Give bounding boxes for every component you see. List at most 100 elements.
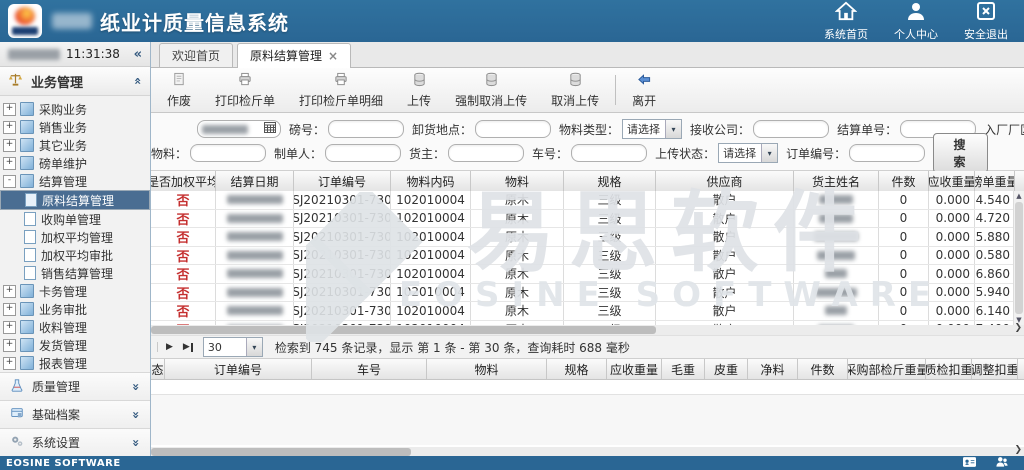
expand-icon[interactable]: + [3, 103, 16, 116]
sidebar-item[interactable]: 收购单管理 [0, 210, 150, 228]
sidebar-item[interactable]: +卡务管理 [0, 282, 150, 300]
sidebar-item[interactable]: +报表管理 [0, 354, 150, 372]
filter-label: 接收公司： [690, 121, 750, 138]
toolbar-button[interactable]: 离开 [620, 70, 668, 111]
sidebar-section-business[interactable]: 业务管理 « [0, 67, 150, 96]
toolbar-button[interactable]: 上传 [395, 70, 443, 111]
filter-input[interactable] [849, 144, 925, 162]
toolbar-button-label: 上传 [407, 92, 431, 109]
expand-icon[interactable]: + [3, 121, 16, 134]
expand-icon[interactable]: + [3, 157, 16, 170]
sidebar-item[interactable]: 加权平均管理 [0, 228, 150, 246]
app-window: 纸业计质量信息系统 系统首页 个人中心 安全退出 11:31:38 « 业务管理 [0, 0, 1024, 470]
sidebar-item-settings[interactable]: 系统设置 » [0, 428, 150, 456]
table-row[interactable]: 否SJ20210301-730102010004原木三级散户00.00066.1… [151, 302, 1014, 321]
tab-raw-material-settlement[interactable]: 原料结算管理× [237, 43, 351, 68]
filter-select[interactable]: 请选择▾ [622, 119, 682, 139]
toolbar-button[interactable]: 打印检斤单明细 [287, 70, 395, 111]
toolbar-button[interactable]: 打印检斤单 [203, 70, 287, 111]
column-header: 订单编号 [294, 171, 391, 191]
table-cell: 0.000 [929, 302, 975, 320]
table-row[interactable]: 否SJ20210301-730102010004原木三级散户00.00044.5… [151, 191, 1014, 210]
filter-label: 上传状态： [655, 145, 715, 162]
sidebar-item[interactable]: +其它业务 [0, 136, 150, 154]
search-button[interactable]: 搜 索 [933, 133, 988, 173]
expand-icon[interactable]: + [3, 357, 16, 370]
vertical-scrollbar[interactable]: ▲ ▼ [1013, 191, 1024, 325]
filter-select[interactable]: 请选择▾ [718, 143, 778, 163]
table-cell: 三级 [564, 191, 656, 209]
detail-table-hscrollbar[interactable]: ❯ [151, 447, 1024, 456]
close-icon[interactable]: × [328, 49, 338, 63]
sidebar-item[interactable]: -结算管理 [0, 172, 150, 190]
column-header: 货主姓名 [794, 171, 879, 191]
filter-input[interactable] [571, 144, 647, 162]
calendar-icon[interactable] [264, 122, 276, 136]
filter-input[interactable] [190, 144, 266, 162]
table-row[interactable]: 否SJ20210301-730102010004原木三级散户00.00065.8… [151, 228, 1014, 247]
sidebar-item[interactable]: +发货管理 [0, 336, 150, 354]
sidebar-collapse-button[interactable]: « [130, 47, 146, 62]
scroll-right-icon[interactable]: ❯ [1014, 323, 1022, 333]
sidebar-item[interactable]: +业务审批 [0, 300, 150, 318]
masked-company-name [52, 13, 92, 29]
filter-input[interactable] [753, 120, 829, 138]
sidebar-item-label: 收料管理 [39, 319, 87, 336]
column-header: 水分补点 [1018, 359, 1024, 379]
detail-table-empty-row [151, 380, 1024, 395]
table-row[interactable]: 否SJ20210301-730102010004原木三级散户00.00026.8… [151, 265, 1014, 284]
table-cell: 否 [151, 302, 216, 320]
filter-input[interactable] [448, 144, 524, 162]
expand-icon[interactable]: + [3, 139, 16, 152]
filter-input[interactable] [325, 144, 401, 162]
scroll-up-icon[interactable]: ▲ [1016, 191, 1021, 201]
last-page-button[interactable]: ▶ [183, 342, 193, 352]
scrollbar-thumb[interactable] [1015, 202, 1023, 314]
filter-input[interactable] [328, 120, 404, 138]
table-cell: 26.860 [975, 265, 1014, 283]
sidebar-item[interactable]: + 收料管理 [0, 318, 150, 336]
filter-panel: 磅号：卸货地点：物料类型：请选择▾接收公司：结算单号：入厂厂区：---请选择--… [151, 113, 1024, 171]
table-row[interactable]: 否SJ20210301-730102010004原木三级散户00.00034.7… [151, 210, 1014, 229]
main-table-hscrollbar[interactable]: ❯ [151, 325, 1024, 335]
sidebar-item[interactable]: 原料结算管理 [0, 190, 150, 210]
filter-input[interactable] [475, 120, 551, 138]
collapse-icon[interactable]: - [3, 175, 16, 188]
tab-welcome[interactable]: 欢迎首页 [159, 43, 233, 67]
sidebar-item[interactable]: +采购业务 [0, 100, 150, 118]
scrollbar-thumb[interactable] [151, 448, 411, 456]
sidebar-item[interactable]: 加权平均审批 [0, 246, 150, 264]
expand-icon[interactable]: + [3, 339, 16, 352]
scroll-right-icon[interactable]: ❯ [1014, 445, 1022, 455]
scrollbar-thumb[interactable] [151, 326, 656, 334]
contact-card-icon[interactable] [963, 456, 976, 470]
status-bar: EOSINE SOFTWARE [0, 456, 1024, 470]
chevron-up-icon[interactable]: « [131, 77, 145, 85]
table-row[interactable]: 否SJ20210301-730102010004原木三级散户00.00040.5… [151, 247, 1014, 266]
sidebar-item[interactable]: + 磅单维护 [0, 154, 150, 172]
nav-home[interactable]: 系统首页 [824, 1, 868, 42]
date-input[interactable] [197, 120, 281, 138]
sidebar-item[interactable]: 销售结算管理 [0, 264, 150, 282]
toolbar-button[interactable]: 作废 [155, 70, 203, 111]
expand-icon[interactable]: + [3, 321, 16, 334]
nav-logout[interactable]: 安全退出 [964, 1, 1008, 42]
page-size-select[interactable]: 30 ▾ [203, 337, 263, 357]
next-page-button[interactable]: ▶ [166, 342, 173, 352]
app-title: 纸业计质量信息系统 [100, 7, 289, 36]
sidebar-item-base-files[interactable]: 基础档案 » [0, 400, 150, 428]
sidebar-item-quality[interactable]: 质量管理 » [0, 372, 150, 400]
toolbar-button[interactable]: 取消上传 [539, 70, 611, 111]
expand-icon[interactable]: + [3, 285, 16, 298]
table-row[interactable]: 否SJ20210301-730102010004原木三级散户00.00085.9… [151, 284, 1014, 303]
filter-label: 卸货地点： [412, 121, 472, 138]
nav-profile[interactable]: 个人中心 [894, 1, 938, 42]
sidebar-item[interactable]: +销售业务 [0, 118, 150, 136]
masked-date-value [202, 125, 248, 134]
expand-icon[interactable]: + [3, 303, 16, 316]
sidebar-item-label: 磅单维护 [39, 155, 87, 172]
user-icon[interactable] [996, 456, 1008, 470]
page-icon [24, 248, 36, 262]
table-cell: 否 [151, 265, 216, 283]
toolbar-button[interactable]: 强制取消上传 [443, 70, 539, 111]
